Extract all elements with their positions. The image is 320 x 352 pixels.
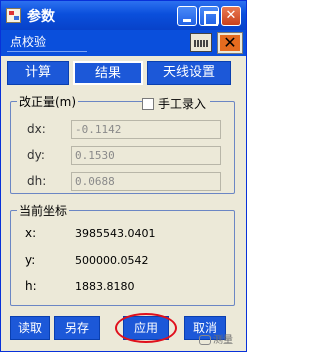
close-button[interactable]: ✕ [221, 6, 241, 26]
watermark-text: 测量 [213, 335, 233, 346]
correction-group: 改正量(m) 手工录入 dx: -0.1142 dy: 0.1530 dh: 0… [10, 93, 235, 194]
h-label: h: [25, 279, 37, 293]
save-as-button[interactable]: 另存 [54, 316, 100, 340]
dy-field[interactable]: 0.1530 [71, 146, 221, 165]
dy-label: dy: [27, 148, 45, 162]
correction-legend: 改正量(m) [17, 93, 79, 110]
tab-strip: 计算 结果 天线设置 [1, 57, 246, 87]
tab-calculate[interactable]: 计算 [7, 61, 69, 85]
dx-field[interactable]: -0.1142 [71, 120, 221, 139]
maximize-button[interactable] [199, 6, 219, 26]
close-icon: ✕ [225, 8, 237, 23]
mode-bar: 点校验 ✕ [1, 30, 246, 56]
chat-icon [199, 335, 211, 345]
window-title: 参数 [27, 9, 55, 25]
h-value: 1883.8180 [75, 280, 135, 293]
tab-result[interactable]: 结果 [73, 61, 143, 85]
highlight-ring [115, 313, 177, 343]
read-button[interactable]: 读取 [10, 316, 50, 340]
mode-label: 点校验 [7, 33, 87, 52]
x-value: 3985543.0401 [75, 227, 156, 240]
y-label: y: [25, 253, 36, 267]
exit-button[interactable]: ✕ [217, 32, 243, 54]
y-value: 500000.0542 [75, 254, 149, 267]
keyboard-icon[interactable] [190, 33, 212, 52]
title-bar[interactable]: 参数 ✕ [1, 1, 246, 30]
current-coords-group: 当前坐标 x: 3985543.0401 y: 500000.0542 h: 1… [10, 202, 235, 306]
manual-input-label: 手工录入 [158, 97, 207, 111]
dh-label: dh: [27, 174, 47, 188]
watermark: 测量 [199, 331, 233, 346]
parameter-window: 参数 ✕ 点校验 ✕ 计算 结果 天线设置 改正量(m) 手工录入 dx: -0… [0, 0, 247, 352]
x-label: x: [25, 226, 37, 240]
dh-field[interactable]: 0.0688 [71, 172, 221, 191]
close-icon: ✕ [223, 33, 237, 52]
checkbox-icon[interactable] [142, 97, 154, 110]
manual-input-checkbox[interactable]: 手工录入 [142, 95, 211, 112]
minimize-button[interactable] [177, 6, 197, 26]
tab-antenna-settings[interactable]: 天线设置 [147, 61, 231, 85]
coords-legend: 当前坐标 [17, 202, 70, 219]
dx-label: dx: [27, 122, 46, 136]
app-icon [6, 8, 21, 23]
